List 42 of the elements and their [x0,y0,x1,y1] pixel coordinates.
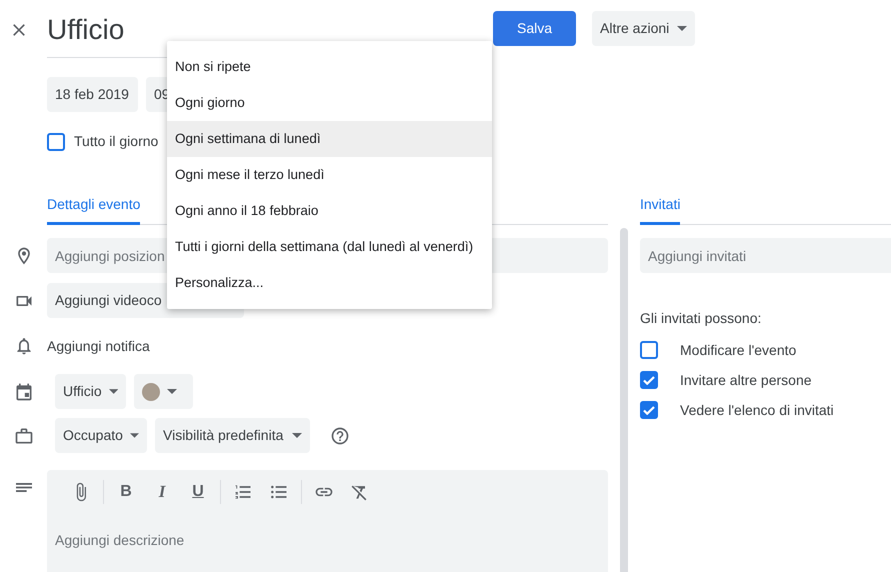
description-editor[interactable]: B I U Aggiungi descrizione [47,470,608,572]
checkbox-label: Tutto il giorno [74,132,158,151]
italic-button[interactable]: I [144,474,180,510]
checkbox-label: Invitare altre persone [680,370,812,390]
date-field[interactable]: 18 feb 2019 [47,77,138,112]
save-button[interactable]: Salva [493,11,576,46]
checkbox-label: Modificare l'evento [680,340,796,360]
availability-select[interactable]: Occupato [55,418,147,453]
checkbox[interactable] [640,341,658,359]
caret-icon [130,433,139,438]
visibility-select[interactable]: Visibilità predefinita [155,418,310,453]
caret-icon [167,389,177,394]
checkbox[interactable] [640,401,658,419]
guest-field[interactable]: Aggiungi invitati [640,238,891,273]
add-notification-link[interactable]: Aggiungi notifica [47,336,150,356]
menu-item[interactable]: Ogni giorno [167,85,492,121]
caret-icon [108,389,118,394]
caret-icon [292,433,302,438]
more-actions-button[interactable]: Altre azioni [592,11,696,46]
tab[interactable]: Dettagli evento [47,190,140,225]
menu-item[interactable]: Ogni anno il 18 febbraio [167,193,492,229]
check-icon [643,376,655,384]
calendar-select[interactable]: Ufficio [55,374,126,409]
color-select[interactable] [134,374,193,409]
notes-icon [16,483,32,492]
briefcase-icon [14,426,34,446]
bold-button[interactable]: B [108,474,144,510]
menu-item[interactable]: Ogni settimana di lunedì [167,121,492,157]
underline-button[interactable]: U [180,474,216,510]
checkbox-label: Vedere l'elenco di invitati [680,400,834,420]
check-icon [643,406,655,414]
menu-item[interactable]: Ogni mese il terzo lunedì [167,157,492,193]
tab[interactable]: Invitati [640,190,680,225]
menu-item[interactable]: Tutti i giorni della settimana (dal lunedì al venerdì) [167,229,492,265]
checkbox[interactable] [640,371,658,389]
checkbox[interactable] [47,132,65,150]
help-icon[interactable] [330,426,350,446]
scrollbar[interactable] [620,228,628,572]
caret-icon [677,26,688,31]
calendar-icon [14,382,34,402]
permissions-label: Gli invitati possono: [640,309,762,328]
description-placeholder: Aggiungi descrizione [55,531,186,550]
